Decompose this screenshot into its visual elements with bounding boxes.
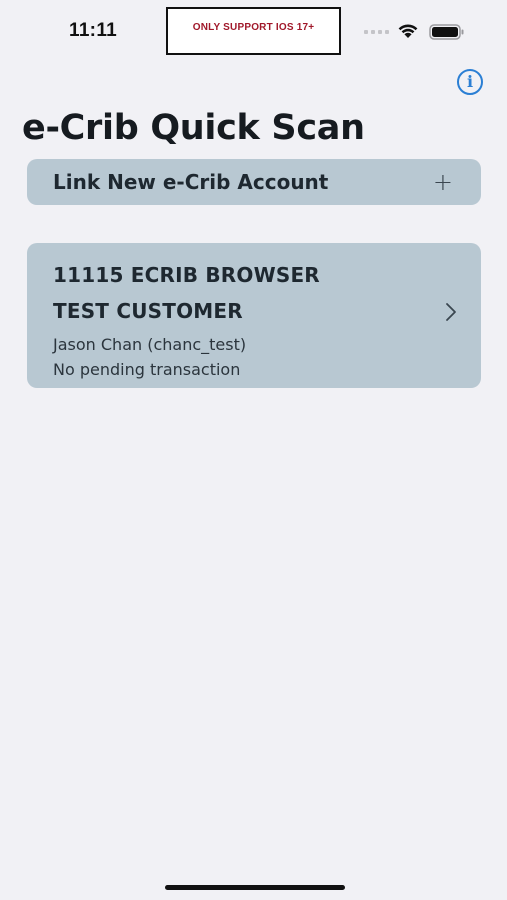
account-status: No pending transaction: [53, 360, 241, 379]
plus-icon: +: [432, 168, 453, 196]
home-indicator: [165, 885, 345, 890]
support-notice-banner: ONLY SUPPORT IOS 17+: [166, 7, 341, 55]
account-name-line2: TEST CUSTOMER: [53, 299, 243, 323]
page-title: e-Crib Quick Scan: [22, 108, 365, 148]
status-time: 11:11: [69, 20, 117, 41]
chevron-right-icon: [446, 303, 456, 321]
account-user: Jason Chan (chanc_test): [53, 335, 247, 354]
info-icon[interactable]: i: [457, 69, 483, 95]
support-notice-text: ONLY SUPPORT IOS 17+: [192, 21, 315, 33]
link-new-account-button[interactable]: Link New e-Crib Account +: [27, 159, 481, 205]
account-card[interactable]: 11115 ECRIB BROWSER TEST CUSTOMER Jason …: [27, 243, 481, 388]
battery-icon: [429, 24, 464, 40]
account-name-line1: 11115 ECRIB BROWSER: [53, 263, 320, 287]
link-new-account-label: Link New e-Crib Account: [53, 170, 329, 194]
signal-icon: [364, 30, 389, 34]
wifi-icon: [398, 24, 418, 38]
